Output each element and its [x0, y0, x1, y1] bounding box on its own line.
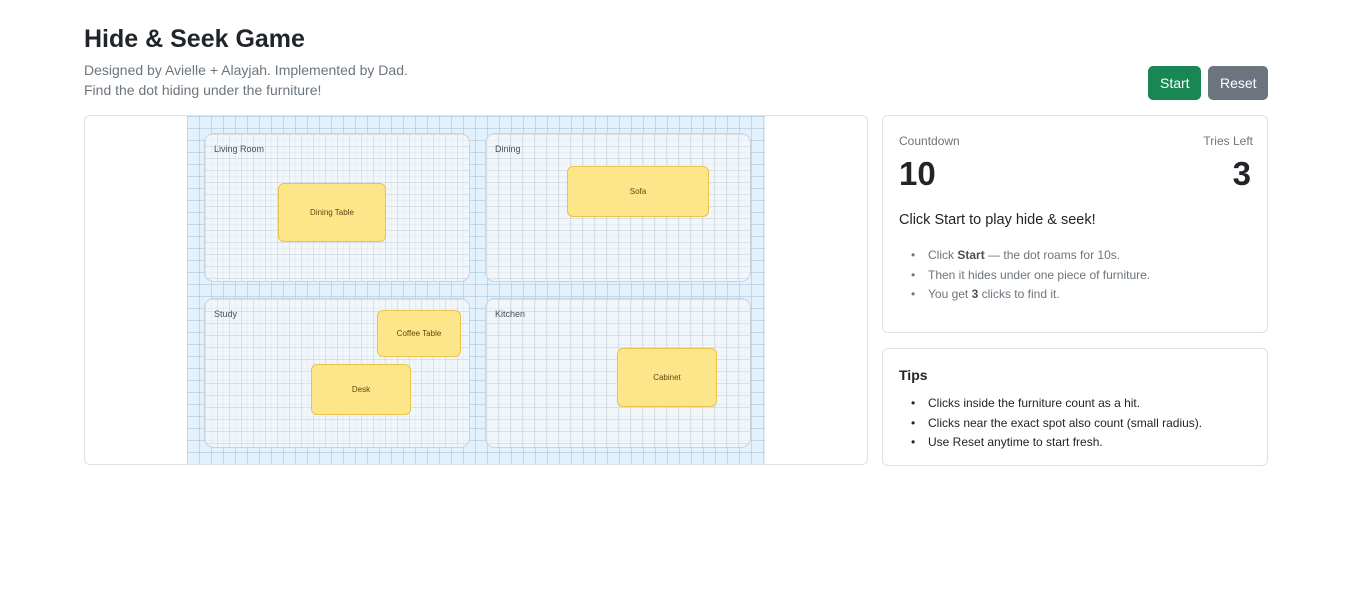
rule-text: — the dot roams for 10s.: [984, 248, 1121, 262]
tip-item: Clicks inside the furniture count as a h…: [911, 394, 1202, 414]
tries-left-label: Tries Left: [1203, 134, 1253, 148]
instruction-text: Find the dot hiding under the furniture!: [84, 82, 322, 98]
rule-text: You get: [928, 287, 972, 301]
tip-item: Use Reset anytime to start fresh.: [911, 433, 1202, 453]
room-label: Kitchen: [495, 309, 526, 319]
tips-card: Tips Clicks inside the furniture count a…: [882, 348, 1268, 466]
status-message: Click Start to play hide & seek!: [899, 212, 1096, 228]
rule-text: clicks to find it.: [978, 287, 1060, 301]
status-card: Countdown Tries Left 10 3 Click Start to…: [882, 115, 1268, 333]
furniture-cabinet[interactable]: Cabinet: [617, 348, 717, 407]
furniture-desk[interactable]: Desk: [311, 364, 411, 415]
rule-text: Click: [928, 248, 958, 262]
rule-item: Click Start — the dot roams for 10s.: [911, 246, 1150, 266]
page-title: Hide & Seek Game: [84, 25, 305, 53]
rule-item: You get 3 clicks to find it.: [911, 285, 1150, 305]
furniture-dining-table[interactable]: Dining Table: [278, 183, 386, 242]
room-label: Dining: [495, 144, 521, 154]
game-board[interactable]: Living Room Dining Study Kitchen Dining …: [187, 116, 765, 464]
tries-left-value: 3: [1232, 155, 1251, 192]
page-subtitle: Designed by Avielle + Alayjah. Implement…: [84, 60, 1268, 100]
furniture-sofa[interactable]: Sofa: [567, 166, 709, 217]
tips-title: Tips: [899, 367, 928, 383]
furniture-coffee-table[interactable]: Coffee Table: [377, 310, 461, 357]
game-board-card: Living Room Dining Study Kitchen Dining …: [84, 115, 868, 465]
game-controls: Start Reset: [1148, 66, 1268, 100]
credit-text: Designed by Avielle + Alayjah. Implement…: [84, 62, 408, 78]
room-label: Study: [214, 309, 238, 319]
tips-list: Clicks inside the furniture count as a h…: [911, 394, 1202, 453]
rule-item: Then it hides under one piece of furnitu…: [911, 266, 1150, 286]
tip-item: Clicks near the exact spot also count (s…: [911, 414, 1202, 434]
room-label: Living Room: [214, 144, 265, 154]
start-button[interactable]: Start: [1148, 66, 1201, 100]
reset-button[interactable]: Reset: [1208, 66, 1268, 100]
countdown-label: Countdown: [899, 134, 960, 148]
page-header: Hide & Seek Game Designed by Avielle + A…: [84, 24, 1268, 100]
countdown-value: 10: [899, 155, 936, 192]
rule-emphasis: Start: [957, 248, 985, 262]
rules-list: Click Start — the dot roams for 10s. The…: [911, 246, 1150, 305]
